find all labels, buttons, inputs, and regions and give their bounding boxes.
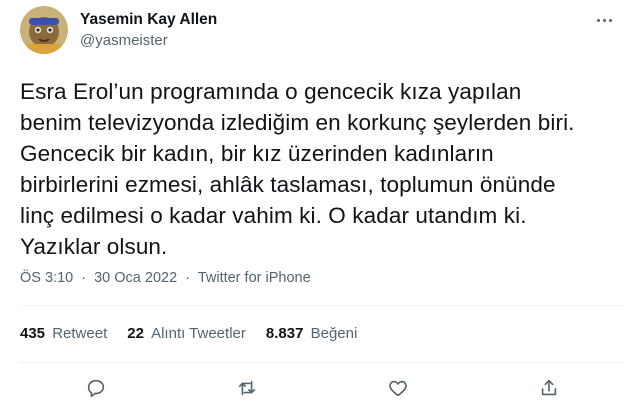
user-handle[interactable]: @yasmeister (80, 31, 217, 51)
tweet-time[interactable]: ÖS 3:10 (20, 270, 73, 286)
avatar-photo (20, 6, 68, 54)
likes-stat[interactable]: 8.837 Beğeni (266, 324, 357, 344)
retweet-icon[interactable] (229, 370, 265, 406)
meta-separator: · (185, 270, 191, 286)
user-names: Yasemin Kay Allen @yasmeister (80, 10, 217, 51)
retweets-label: Retweet (52, 325, 108, 342)
quotes-label: Alıntı Tweetler (151, 325, 246, 342)
reply-icon[interactable] (78, 370, 114, 406)
retweets-count: 435 (20, 325, 46, 342)
likes-count: 8.837 (265, 325, 304, 342)
share-icon[interactable] (531, 370, 567, 406)
like-icon[interactable] (380, 370, 416, 406)
divider (20, 362, 624, 363)
retweets-stat[interactable]: 435 Retweet (20, 324, 107, 344)
avatar[interactable] (20, 6, 68, 54)
tweet-text: Esra Erol’un programında o gencecik kıza… (20, 79, 575, 259)
divider (20, 305, 624, 306)
quotes-stat[interactable]: 22 Alıntı Tweetler (127, 324, 246, 344)
display-name[interactable]: Yasemin Kay Allen (80, 10, 217, 30)
tweet-card: Yasemin Kay Allen @yasmeister Esra Erol’… (0, 0, 640, 418)
tweet-header: Yasemin Kay Allen @yasmeister (20, 4, 624, 56)
more-icon[interactable] (588, 8, 620, 32)
tweet-stats: 435 Retweet 22 Alıntı Tweetler 8.837 Beğ… (20, 324, 377, 344)
action-bar (20, 370, 624, 406)
tweet-source[interactable]: Twitter for iPhone (198, 270, 311, 286)
tweet-meta: ÖS 3:10 · 30 Oca 2022 · Twitter for iPho… (20, 268, 311, 288)
quotes-count: 22 (127, 325, 144, 342)
tweet-date[interactable]: 30 Oca 2022 (94, 270, 177, 286)
meta-separator: · (81, 270, 87, 286)
likes-label: Beğeni (310, 325, 358, 342)
